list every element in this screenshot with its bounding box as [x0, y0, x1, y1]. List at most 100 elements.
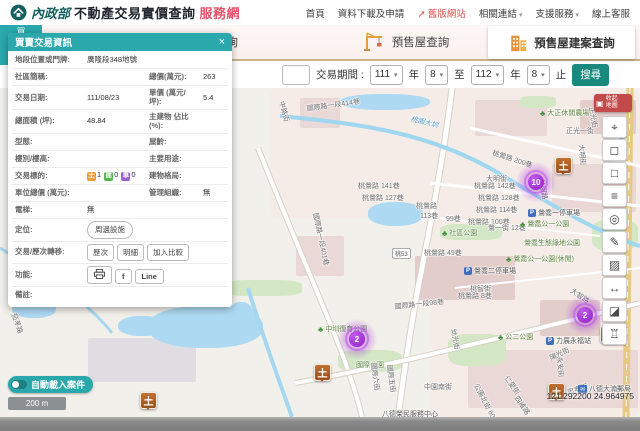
- site-logo[interactable]: 內政部 不動產交易實價查詢 服務網: [10, 3, 240, 22]
- map-label: 八德榮民服務中心: [382, 409, 438, 417]
- field-value: 48.84: [84, 114, 146, 127]
- field-label: 功能:: [12, 268, 84, 281]
- facebook-share-button[interactable]: f: [115, 269, 132, 284]
- year-unit-label: 年: [409, 67, 420, 82]
- map-label: 桃鶯路 142巷: [474, 181, 516, 191]
- measure-distance-tool-icon[interactable]: ↔: [602, 277, 627, 299]
- tab-presale-query[interactable]: 預售屋查詢: [330, 25, 480, 59]
- badge-count: 1: [97, 170, 101, 179]
- site-title-suffix: 服務網: [200, 3, 241, 22]
- detail-row: 型態:屋齡:: [12, 134, 228, 151]
- map-label: ♣鶯喬公一公園(休閒): [506, 254, 574, 264]
- history-button[interactable]: 歷次: [87, 244, 114, 261]
- map-label: 桃鶯路 127巷: [362, 193, 404, 203]
- field-value: 無: [200, 186, 228, 199]
- detail-row: 備註:: [12, 287, 228, 304]
- add-compare-button[interactable]: 加入比較: [147, 244, 189, 261]
- cluster-count: 2: [577, 307, 593, 323]
- print-button[interactable]: [87, 266, 112, 284]
- badge-count: 0: [114, 170, 118, 179]
- measure-area-tool-icon[interactable]: ▨: [602, 254, 627, 276]
- field-value: fLine: [84, 264, 228, 286]
- land-transaction-marker[interactable]: 土: [140, 392, 157, 409]
- field-value: 廣隆段348地號: [84, 53, 228, 66]
- field-label: 交易標的:: [12, 169, 84, 182]
- map-scale: 200 m: [8, 397, 66, 410]
- collapse-map-button[interactable]: ▣ 收起地圖: [594, 94, 632, 112]
- nav-item[interactable]: 首頁: [306, 6, 325, 20]
- chevron-down-icon: ▾: [541, 71, 545, 79]
- land-transaction-marker[interactable]: 土: [555, 157, 572, 174]
- map-pin-tool-icon[interactable]: ⌖: [602, 116, 627, 138]
- field-value: 263: [200, 70, 228, 83]
- nav-item[interactable]: 線上客服: [592, 6, 630, 20]
- transaction-type-badge: 車: [121, 172, 130, 181]
- historic-site-tool-icon[interactable]: ♖: [602, 323, 627, 345]
- layers-tool-icon[interactable]: ≡: [602, 185, 627, 207]
- line-share-button[interactable]: Line: [135, 269, 164, 284]
- map-label: 大明街: [576, 144, 588, 166]
- detail-row: 交易/歷次轉移:歷次明細加入比較: [12, 242, 228, 264]
- to-month-value: 8: [532, 69, 538, 80]
- field-value: [84, 293, 228, 297]
- crane-icon: [361, 31, 387, 53]
- detail-row: 樓別/樓高:主要用途:: [12, 151, 228, 168]
- parking-icon: P: [464, 267, 472, 275]
- tab-presale-project-query[interactable]: 預售屋建案查詢: [488, 26, 635, 59]
- detail-button[interactable]: 明細: [117, 244, 144, 261]
- year-unit-label: 年: [510, 67, 521, 82]
- cluster-marker[interactable]: 2: [565, 295, 605, 335]
- map-label: 永安街: [554, 356, 566, 378]
- draw-tool-icon[interactable]: ✎: [602, 231, 627, 253]
- detail-row: 地段位置或門牌:廣隆段348地號: [12, 52, 228, 69]
- page: 內政部 不動產交易實價查詢 服務網 首頁資料下載及申請 ↗ 舊版網站相關連結▾ 支援…: [0, 0, 640, 431]
- detail-row: 交易日期:111/08/23單價 (萬元/坪):5.4: [12, 86, 228, 110]
- to-year-select[interactable]: 112▾: [471, 65, 504, 85]
- map-label: ♣社區公園: [442, 228, 477, 238]
- field-value: [84, 157, 146, 161]
- cluster-marker[interactable]: 2: [337, 319, 377, 359]
- eraser-tool-icon[interactable]: ◪: [602, 300, 627, 322]
- nearby-facilities-button[interactable]: 周邊設施: [87, 221, 133, 239]
- map-label: 桃鶯路 49巷: [424, 248, 462, 258]
- to-month-select[interactable]: 8▾: [527, 65, 550, 85]
- select-rectangle-tool-icon[interactable]: ◻: [602, 139, 627, 161]
- tree-icon: ♣: [442, 229, 447, 238]
- map-label: 桃鶯路 128巷: [478, 193, 520, 203]
- field-label: 管理組織:: [146, 186, 200, 199]
- map-label: 99巷: [446, 214, 461, 224]
- from-month-select[interactable]: 8▾: [425, 65, 448, 85]
- map-label-text: 桃鶯路 128巷: [478, 193, 520, 203]
- cluster-marker[interactable]: 10: [516, 162, 556, 202]
- map-label-text: 桃鶯路 127巷: [362, 193, 404, 203]
- field-label: 主要用途:: [146, 152, 200, 165]
- map-label-text: 桃鶯路 114巷: [476, 205, 517, 215]
- from-year-select[interactable]: 111▾: [370, 65, 403, 85]
- locate-tool-icon[interactable]: ◎: [602, 208, 627, 230]
- map-label: 桃53: [392, 248, 411, 259]
- nav-item[interactable]: 相關連結▾: [479, 6, 523, 20]
- collapse-icon: ▣: [596, 99, 604, 108]
- nav-item[interactable]: ↗ 舊版網站: [417, 6, 466, 20]
- from-month-value: 8: [430, 69, 436, 80]
- auto-load-toggle[interactable]: 自動載入案件: [8, 376, 93, 393]
- from-year-value: 111: [375, 69, 390, 80]
- map-label: 鶯喬生態綠地公園: [524, 238, 580, 248]
- map-label: 113巷: [420, 211, 438, 221]
- district-select-partial[interactable]: [282, 65, 310, 85]
- search-button[interactable]: 搜尋: [572, 64, 609, 86]
- field-label: 定位:: [12, 223, 84, 236]
- select-area-tool-icon[interactable]: □: [602, 162, 627, 184]
- map-label-text: 桃鶯路 8巷: [458, 291, 492, 301]
- detail-row: 定位:周邊設施: [12, 219, 228, 242]
- nav-item[interactable]: 資料下載及申請: [338, 6, 405, 20]
- close-icon[interactable]: ×: [219, 37, 225, 48]
- land-transaction-marker[interactable]: 土: [314, 364, 331, 381]
- transaction-type-badge: 土: [87, 172, 96, 181]
- nav-item[interactable]: 支援服務▾: [535, 6, 579, 20]
- field-label: 車位總價 (萬元):: [12, 186, 84, 199]
- field-label: 備註:: [12, 288, 84, 301]
- map-label: 桃鶯路: [416, 201, 437, 211]
- map-label-text: 桃鶯路 49巷: [424, 248, 462, 258]
- page-footer-strip: [0, 417, 640, 431]
